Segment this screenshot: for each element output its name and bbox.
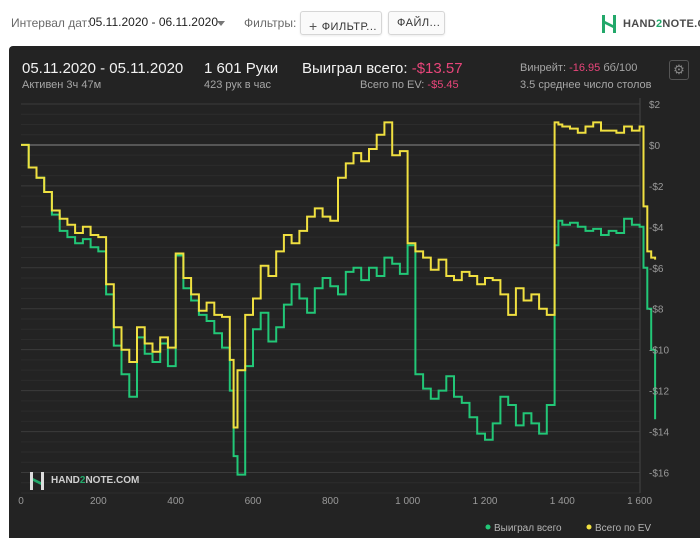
y-tick-label: -$10	[649, 346, 669, 357]
x-axis-ticks: 0 200 400 600 800 1 000 1 200 1 400 1 600	[18, 496, 652, 507]
legend-marker	[485, 524, 491, 530]
chart-legend: Выиграл всего Всего по EV	[485, 523, 651, 534]
y-tick-label: $0	[649, 141, 661, 152]
y-tick-label: -$2	[649, 182, 664, 193]
y-tick-label: -$8	[649, 305, 664, 316]
filter-button[interactable]: + ФИЛЬТР...	[300, 11, 382, 35]
hand2note-logo-icon	[602, 15, 616, 33]
x-tick-label: 800	[322, 496, 339, 507]
file-button[interactable]: ФАЙЛ...	[388, 11, 445, 35]
date-range-value: 05.11.2020 - 06.11.2020	[89, 15, 218, 29]
x-tick-label: 1 000	[395, 496, 420, 507]
filter-button-label: ФИЛЬТР...	[321, 21, 377, 33]
y-tick-label: -$14	[649, 428, 669, 439]
legend-label: Выиграл всего	[494, 523, 562, 534]
chevron-down-icon	[217, 21, 225, 26]
profit-chart: $2 $0 -$2 -$4 -$6 -$8 -$10 -$12 -$14 -$16 0 200 400…	[18, 98, 669, 534]
x-tick-label: 1 200	[472, 496, 497, 507]
filters-label: Фильтры:	[244, 16, 297, 30]
x-tick-label: 600	[245, 496, 262, 507]
series-line-1	[21, 121, 657, 429]
stats-panel: 05.11.2020 - 05.11.2020 Активен 3ч 47м 1…	[9, 46, 700, 538]
y-axis-ticks: $2 $0 -$2 -$4 -$6 -$8 -$10 -$12 -$14 -$16	[649, 100, 669, 480]
file-button-label: ФАЙЛ...	[397, 17, 441, 29]
watermark-logo-icon	[30, 472, 44, 490]
y-tick-label: -$4	[649, 223, 664, 234]
y-tick-label: -$12	[649, 387, 669, 398]
x-tick-label: 400	[167, 496, 184, 507]
hand2note-logo-text: HAND2NOTE.COM	[623, 18, 700, 30]
watermark-text: HAND2NOTE.COM	[51, 475, 140, 486]
x-tick-label: 1 600	[627, 496, 652, 507]
toolbar: Интервал дат: 05.11.2020 - 06.11.2020 Фи…	[0, 0, 700, 46]
x-tick-label: 200	[90, 496, 107, 507]
legend-marker	[586, 524, 592, 530]
y-tick-label: -$6	[649, 264, 664, 275]
x-tick-label: 1 400	[550, 496, 575, 507]
legend-label: Всего по EV	[595, 523, 651, 534]
y-tick-label: $2	[649, 100, 661, 111]
plus-icon: +	[309, 18, 318, 34]
date-range-dropdown[interactable]: 05.11.2020 - 06.11.2020	[89, 12, 227, 34]
y-tick-label: -$16	[649, 469, 669, 480]
date-interval-label: Интервал дат:	[11, 16, 91, 30]
x-tick-label: 0	[18, 496, 24, 507]
